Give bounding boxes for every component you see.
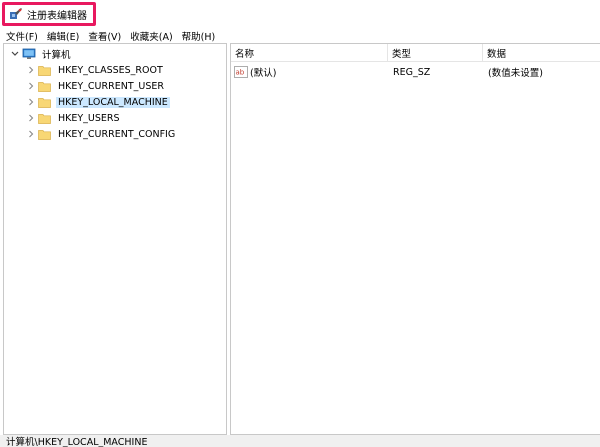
tree-item-label: HKEY_USERS bbox=[58, 112, 120, 124]
title-highlight: 注册表编辑器 bbox=[2, 2, 96, 26]
menu-view[interactable]: 查看(V) bbox=[88, 29, 121, 43]
value-type: REG_SZ bbox=[393, 66, 431, 78]
tree-item-hkey-users[interactable]: HKEY_USERS bbox=[26, 110, 122, 126]
value-name-cell: ab (默认) bbox=[234, 64, 384, 80]
tree-root-label: 计算机 bbox=[42, 50, 71, 61]
folder-icon bbox=[38, 113, 51, 124]
menu-favorites[interactable]: 收藏夹(A) bbox=[130, 29, 172, 43]
folder-icon bbox=[38, 81, 51, 92]
title-bar[interactable]: 注册表编辑器 bbox=[0, 0, 600, 28]
tree-item-label: HKEY_CLASSES_ROOT bbox=[58, 64, 163, 76]
list-header: 名称 类型 数据 bbox=[231, 44, 600, 62]
values-list-pane[interactable]: 名称 类型 数据 ab (默认) REG_SZ (数值未设置) bbox=[230, 43, 600, 435]
tree-item-label: HKEY_CURRENT_CONFIG bbox=[58, 128, 176, 140]
column-header-data[interactable]: 数据 bbox=[483, 44, 600, 62]
menu-bar: 文件(F) 编辑(E) 查看(V) 收藏夹(A) 帮助(H) bbox=[0, 28, 600, 43]
tree-pane[interactable]: 计算机 HKEY_CLASSES_ROOT HKEY_CURRENT_USER … bbox=[3, 43, 227, 435]
svg-text:ab: ab bbox=[236, 69, 245, 77]
folder-icon bbox=[38, 97, 51, 108]
menu-file[interactable]: 文件(F) bbox=[6, 29, 38, 43]
registry-editor-window: 注册表编辑器 文件(F) 编辑(E) 查看(V) 收藏夹(A) 帮助(H) 计算… bbox=[0, 0, 600, 447]
tree-item-hkey-current-user[interactable]: HKEY_CURRENT_USER bbox=[26, 78, 166, 94]
content-area: 计算机 HKEY_CLASSES_ROOT HKEY_CURRENT_USER … bbox=[0, 43, 600, 435]
value-name: (默认) bbox=[250, 68, 277, 79]
chevron-right-icon[interactable] bbox=[26, 97, 36, 107]
tree-item-hkey-current-config[interactable]: HKEY_CURRENT_CONFIG bbox=[26, 126, 177, 142]
chevron-right-icon[interactable] bbox=[26, 129, 36, 139]
chevron-right-icon[interactable] bbox=[26, 65, 36, 75]
folder-icon bbox=[38, 129, 51, 140]
chevron-right-icon[interactable] bbox=[26, 113, 36, 123]
menu-help[interactable]: 帮助(H) bbox=[182, 29, 216, 43]
menu-edit[interactable]: 编辑(E) bbox=[47, 29, 79, 43]
chevron-right-icon[interactable] bbox=[26, 81, 36, 91]
folder-icon bbox=[38, 65, 51, 76]
value-data: (数值未设置) bbox=[488, 68, 543, 79]
status-bar: 计算机\HKEY_LOCAL_MACHINE bbox=[0, 435, 600, 447]
list-item[interactable]: ab (默认) REG_SZ (数值未设置) bbox=[231, 64, 600, 80]
column-header-type[interactable]: 类型 bbox=[388, 44, 483, 62]
chevron-down-icon[interactable] bbox=[10, 49, 20, 59]
window-title: 注册表编辑器 bbox=[27, 10, 87, 22]
regedit-icon bbox=[9, 7, 23, 21]
tree-item-hkey-local-machine[interactable]: HKEY_LOCAL_MACHINE bbox=[26, 94, 170, 110]
computer-icon bbox=[22, 48, 36, 60]
tree-item-label: HKEY_CURRENT_USER bbox=[58, 80, 164, 92]
tree-item-label: HKEY_LOCAL_MACHINE bbox=[56, 96, 170, 108]
string-value-icon: ab bbox=[234, 66, 248, 78]
column-header-name[interactable]: 名称 bbox=[231, 44, 388, 62]
tree-root-computer[interactable]: 计算机 bbox=[10, 46, 73, 62]
status-path: 计算机\HKEY_LOCAL_MACHINE bbox=[6, 437, 148, 447]
tree-item-hkey-classes-root[interactable]: HKEY_CLASSES_ROOT bbox=[26, 62, 165, 78]
